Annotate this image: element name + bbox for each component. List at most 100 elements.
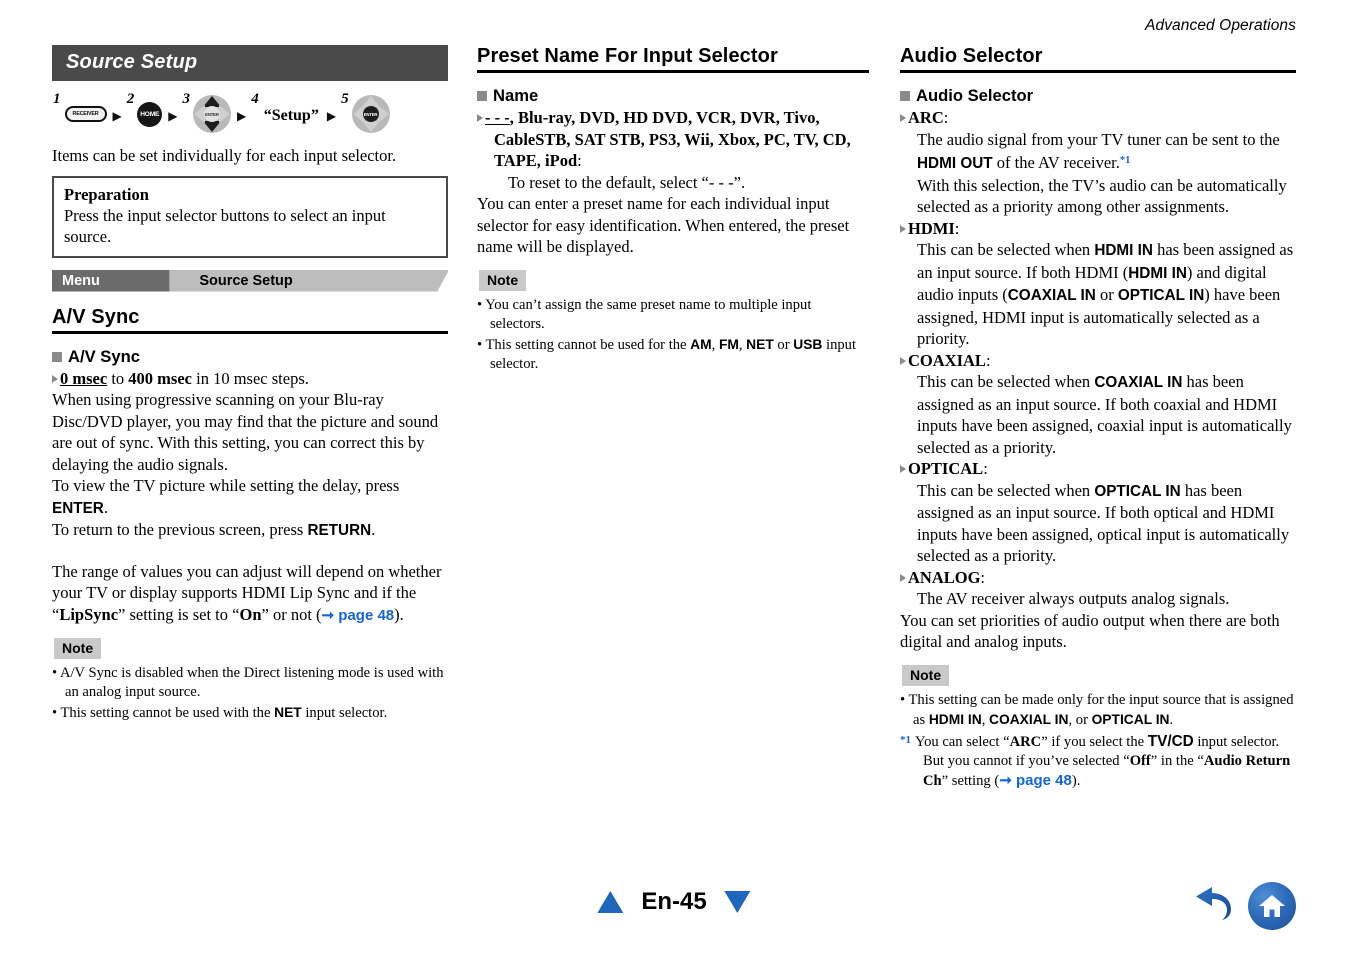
para2-text: To view the TV picture while setting the…: [52, 476, 400, 495]
note-list: A/V Sync is disabled when the Direct lis…: [52, 664, 448, 723]
preparation-text: Press the input selector buttons to sele…: [64, 205, 386, 247]
option-colon: :: [954, 218, 960, 238]
av-sync-range: 0 msec to 400 msec in 10 msec steps.: [52, 368, 448, 390]
note-label: Note: [54, 638, 102, 659]
av-sync-para-1: When using progressive scanning on your …: [52, 390, 439, 474]
step-number-1: 1: [53, 91, 61, 107]
range-tail: in 10 msec steps.: [196, 368, 309, 388]
dpad-enter-icon: ENTER: [351, 95, 390, 133]
page-navigation: En-45: [597, 888, 751, 916]
option-arc-body: The audio signal from your TV tuner can …: [900, 129, 1296, 175]
undo-arrow-icon[interactable]: [1190, 884, 1236, 929]
dpad-enter-label: ENTER: [362, 106, 379, 122]
note-item: This setting cannot be used with the NET…: [52, 703, 448, 723]
audio-selector-closing: You can set priorities of audio output w…: [900, 610, 1280, 652]
subheading-label: A/V Sync: [68, 346, 140, 366]
fm-term: FM: [718, 336, 739, 352]
optical-in-term: OPTICAL IN: [1094, 482, 1181, 500]
hdmi-in-term: HDMI IN: [928, 711, 982, 727]
option-analog: ANALOG:: [900, 567, 1296, 589]
return-key-label: RETURN: [307, 522, 372, 539]
page-48-label: page 48: [1015, 771, 1072, 789]
step-number-2: 2: [126, 91, 135, 107]
square-bullet-icon: [900, 91, 910, 101]
note-item: This setting cannot be used for the AM, …: [477, 335, 869, 374]
breadcrumb: Menu Source Setup: [52, 269, 448, 292]
triangle-bullet-icon: [900, 356, 906, 365]
home-button-icon: HOME: [137, 101, 163, 127]
option-name: ANALOG: [908, 567, 981, 587]
home-icon[interactable]: [1248, 882, 1296, 930]
arrow-right-icon: ➞: [999, 771, 1012, 789]
note-text-post: input selector.: [301, 705, 388, 721]
footnote-list: *1 You can select “ARC” if you select the…: [900, 731, 1296, 791]
para3-period: .: [371, 520, 376, 539]
note-item: A/V Sync is disabled when the Direct lis…: [52, 664, 448, 702]
note-text-post: .: [1169, 711, 1174, 728]
optical-in-term: OPTICAL IN: [1117, 287, 1205, 304]
option-name: HDMI: [908, 218, 955, 238]
option-name: OPTICAL: [908, 459, 984, 478]
note-text-pre: This setting cannot be used for the: [485, 336, 691, 353]
preparation-box: Preparation Press the input selector but…: [52, 175, 448, 258]
subheading-av-sync: A/V Sync: [52, 347, 448, 367]
triangle-bullet-icon: [900, 573, 906, 582]
page-48-link[interactable]: ➞ page 48: [999, 772, 1072, 789]
heading-preset-name: Preset Name For Input Selector: [477, 45, 869, 73]
coaxial-in-term: COAXIAL IN: [1094, 374, 1183, 391]
option-name: COAXIAL: [908, 350, 986, 370]
hdmi-in-term: HDMI IN: [1094, 242, 1153, 259]
note-label: Note: [479, 269, 527, 291]
triangle-down-icon[interactable]: [724, 891, 751, 913]
sep: or: [773, 336, 794, 353]
footnote-marker: *1: [900, 733, 911, 746]
step-number-4: 4: [251, 91, 259, 107]
option-arc: ARC:: [900, 107, 1296, 129]
option-optical: OPTICAL:: [900, 458, 1296, 480]
step-number-5: 5: [341, 91, 349, 107]
triangle-bullet-icon: [477, 114, 483, 122]
note-label: Note: [902, 664, 950, 686]
option-analog-body: The AV receiver always outputs analog si…: [917, 589, 1230, 608]
arc-text-a: The audio signal from your TV tuner can …: [917, 129, 1280, 149]
range-to: to: [111, 368, 125, 388]
preset-name-para-1: You can enter a preset name for each ind…: [477, 194, 850, 256]
triangle-bullet-icon: [900, 114, 906, 122]
page-number: En-45: [641, 888, 707, 915]
triangle-up-icon[interactable]: [597, 891, 624, 913]
net-term: NET: [274, 705, 302, 720]
page-48-label: page 48: [338, 606, 395, 624]
step-arrow-icon: ▶: [326, 109, 337, 123]
square-bullet-icon: [52, 351, 62, 362]
manual-page: Advanced Operations Source Setup 1 RECEI…: [0, 0, 1348, 954]
option-hdmi-body: This can be selected when HDMI IN has be…: [900, 239, 1296, 350]
fn-t6: ).: [1071, 772, 1081, 789]
option-colon: :: [577, 151, 582, 170]
option-values: , Blu-ray, DVD, HD DVD, VCR, DVR, Tivo, …: [494, 108, 851, 170]
fn-t5: ” setting (: [941, 772, 1000, 789]
name-option-detail: To reset to the default, select “- - -”.: [508, 172, 746, 192]
option-optical-body: This can be selected when OPTICAL IN has…: [900, 480, 1296, 567]
operation-steps: 1 RECEIVER ▶ 2 HOME ▶ 3 ENTER ▶ 4 “Setup…: [53, 91, 448, 136]
on-term: On: [239, 604, 262, 624]
para4-text-b: ” setting is set to “: [118, 604, 240, 624]
coaxial-in-term: COAXIAL IN: [1007, 287, 1096, 304]
coax-t1: This can be selected when: [917, 372, 1095, 391]
enter-key-label: ENTER: [52, 499, 104, 517]
av-sync-para-2: To view the TV picture while setting the…: [52, 475, 448, 519]
footnote-marker: *1: [1119, 155, 1131, 166]
net-term: NET: [746, 336, 774, 352]
sep: ,: [711, 336, 719, 353]
note-item: This setting can be made only for the in…: [900, 691, 1296, 730]
heading-av-sync: A/V Sync: [52, 306, 448, 334]
fn-t1: You can select “: [915, 733, 1010, 750]
option-coaxial-body: This can be selected when COAXIAL IN has…: [900, 371, 1296, 458]
step-number-3: 3: [182, 91, 190, 107]
hdmi-t1: This can be selected when: [917, 240, 1095, 259]
opt-t1: This can be selected when: [917, 480, 1095, 500]
option-hdmi: HDMI:: [900, 218, 1296, 240]
option-name: ARC: [908, 108, 944, 127]
page-48-link[interactable]: ➞ page 48: [322, 607, 395, 624]
option-arc-body-2: With this selection, the TV’s audio can …: [917, 175, 1287, 217]
breadcrumb-item-source-setup[interactable]: Source Setup: [169, 269, 448, 292]
